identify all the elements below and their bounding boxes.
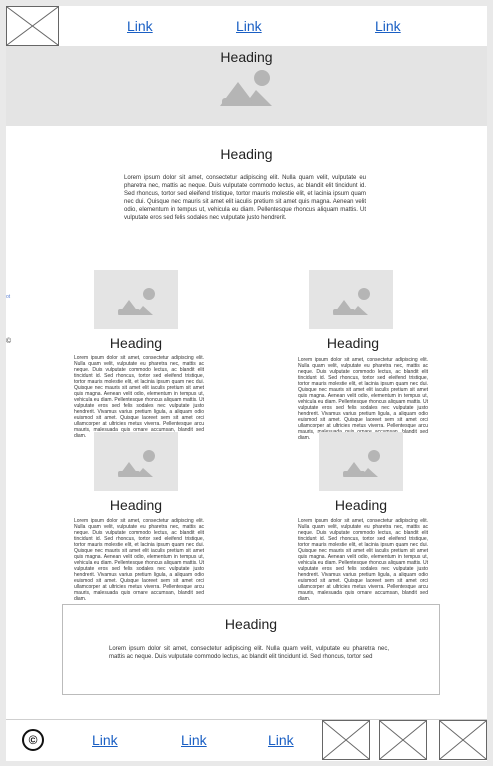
boxed-heading: Heading — [224, 616, 278, 632]
side-text-mark: ot — [6, 294, 11, 300]
hero-heading: Heading — [220, 49, 273, 65]
intro-paragraph: Lorem ipsum dolor sit amet, consectetur … — [124, 175, 366, 221]
logo-placeholder-icon[interactable] — [6, 6, 59, 46]
image-placeholder-icon — [220, 68, 272, 106]
image-placeholder-icon — [343, 450, 380, 477]
nav-link-1[interactable]: Link — [127, 18, 153, 34]
copyright-icon: © — [22, 729, 44, 751]
card-heading-1: Heading — [109, 335, 163, 351]
card-image-1 — [94, 270, 178, 329]
social-placeholder-icon-1[interactable] — [322, 720, 370, 760]
card-paragraph-4: Lorem ipsum dolor sit amet, consectetur … — [298, 518, 428, 602]
boxed-paragraph: Lorem ipsum dolor sit amet, consectetur … — [109, 646, 389, 660]
image-placeholder-icon — [118, 450, 155, 477]
card-image-4 — [319, 432, 403, 491]
card-image-2 — [309, 270, 393, 329]
side-copyright-mark: © — [6, 338, 12, 345]
footer-link-3[interactable]: Link — [268, 732, 294, 748]
nav-link-2[interactable]: Link — [236, 18, 262, 34]
image-placeholder-icon — [118, 288, 155, 315]
hero-banner: Heading — [6, 46, 487, 126]
footer-link-1[interactable]: Link — [92, 732, 118, 748]
footer-link-2[interactable]: Link — [181, 732, 207, 748]
social-placeholder-icon-3[interactable] — [439, 720, 487, 760]
card-paragraph-2: Lorem ipsum dolor sit amet, consectetur … — [298, 357, 428, 441]
card-heading-3: Heading — [109, 497, 163, 513]
card-image-3 — [94, 432, 178, 491]
card-paragraph-1: Lorem ipsum dolor sit amet, consectetur … — [74, 355, 204, 439]
top-nav: Link Link Link — [6, 6, 487, 47]
card-heading-4: Heading — [334, 497, 388, 513]
card-heading-2: Heading — [326, 335, 380, 351]
page: Link Link Link Heading Heading Lorem ips… — [6, 6, 487, 761]
footer: © Link Link Link — [6, 719, 487, 761]
card-paragraph-3: Lorem ipsum dolor sit amet, consectetur … — [74, 518, 204, 602]
boxed-section: Heading Lorem ipsum dolor sit amet, cons… — [62, 604, 440, 695]
image-placeholder-icon — [333, 288, 370, 315]
nav-link-3[interactable]: Link — [375, 18, 401, 34]
social-placeholder-icon-2[interactable] — [379, 720, 427, 760]
intro-heading: Heading — [220, 146, 273, 162]
